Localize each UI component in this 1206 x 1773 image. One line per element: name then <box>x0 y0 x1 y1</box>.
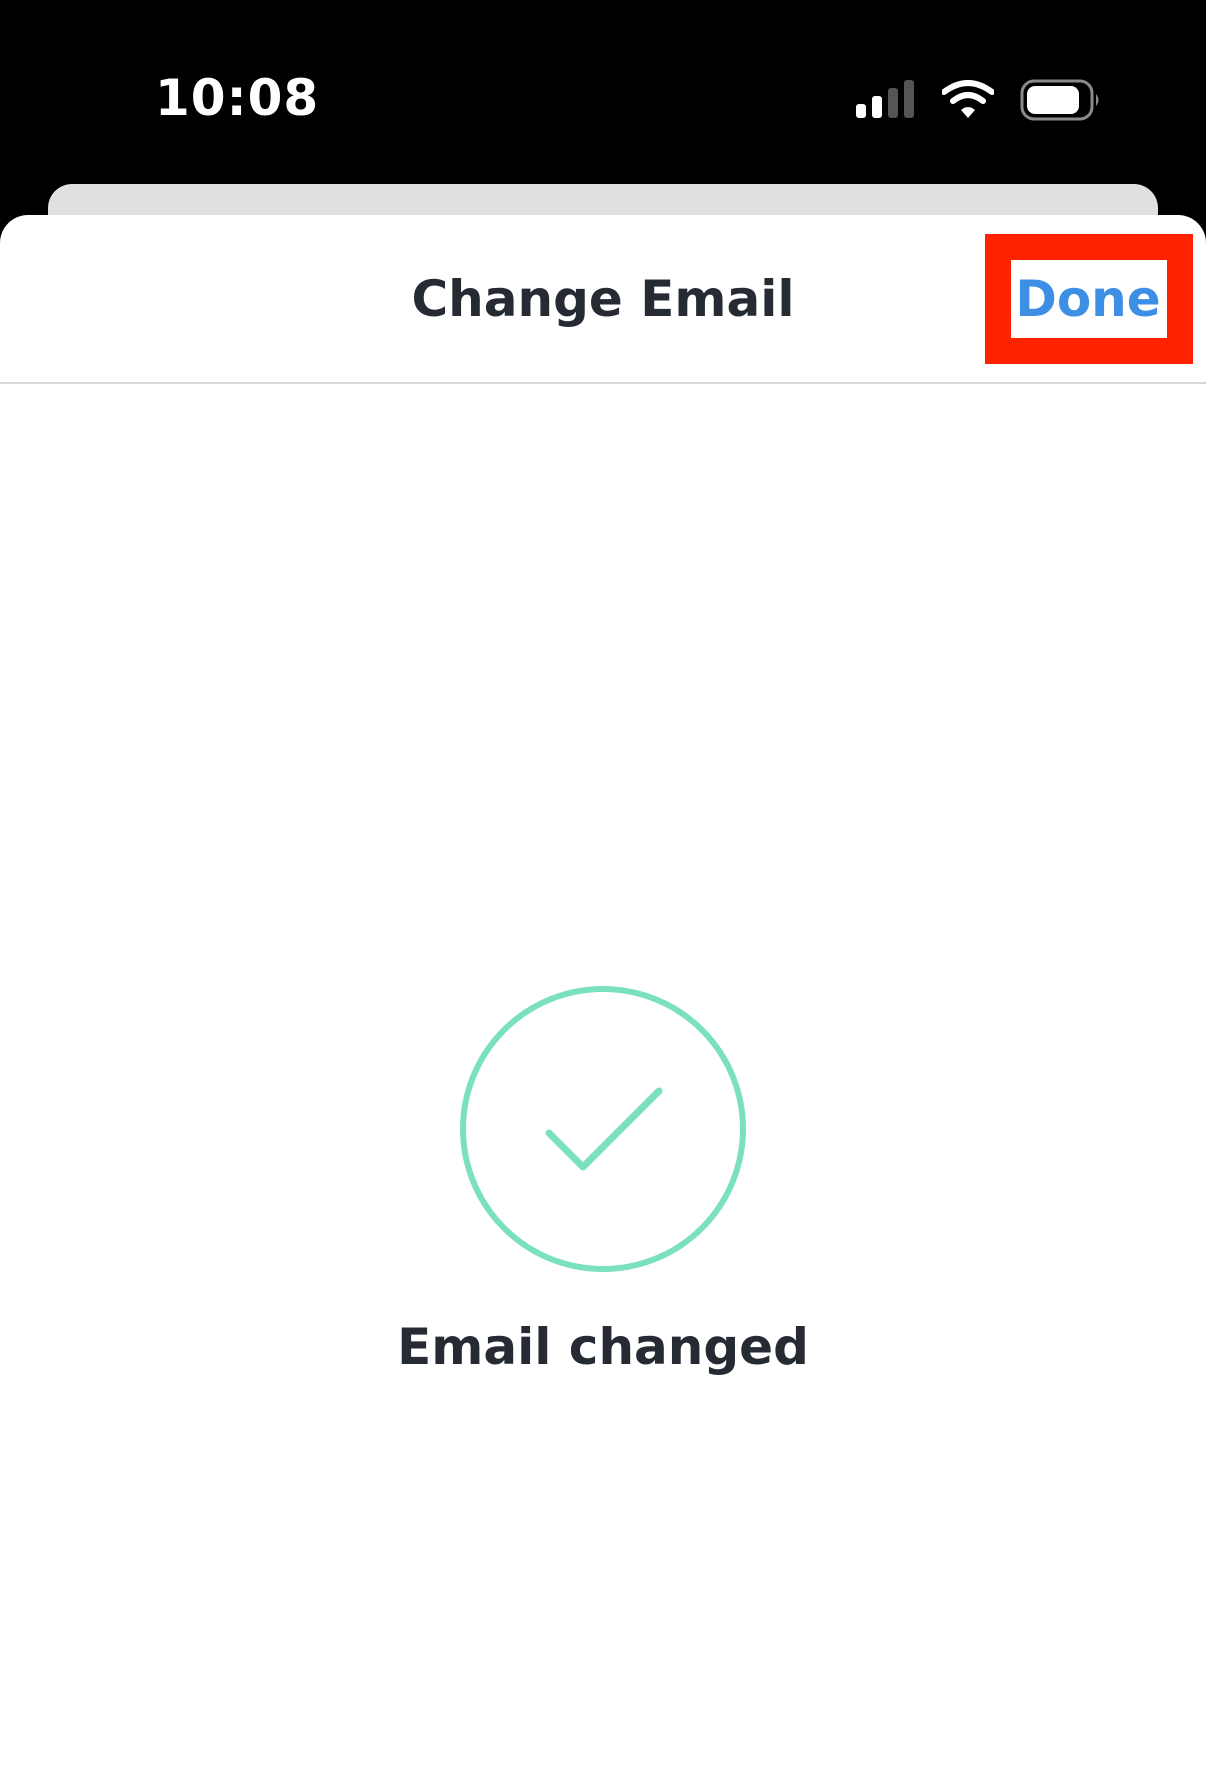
status-time: 10:08 <box>155 69 320 127</box>
done-button[interactable]: Done <box>1008 259 1168 339</box>
phone-screen: 10:08 Change Email Done Email changed <box>0 0 1206 1773</box>
check-circle-icon <box>460 986 746 1272</box>
status-icons <box>856 76 1102 124</box>
success-message: Email changed <box>397 1318 809 1376</box>
status-bar: 10:08 <box>0 0 1206 190</box>
change-email-sheet: Change Email Done Email changed <box>0 215 1206 1773</box>
battery-icon <box>1020 79 1099 121</box>
cellular-signal-icon <box>856 80 914 118</box>
sheet-header: Change Email Done <box>0 215 1206 384</box>
wifi-icon <box>942 80 994 118</box>
